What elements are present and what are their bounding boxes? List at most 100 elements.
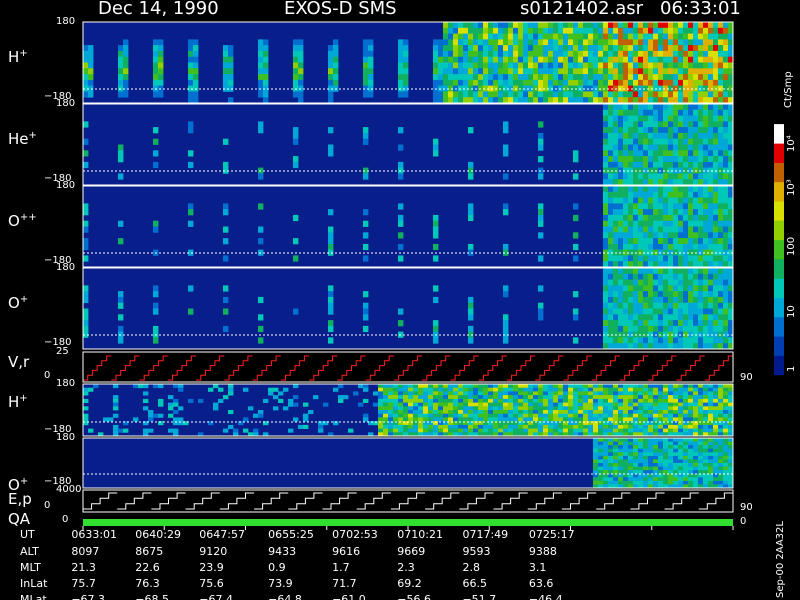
spectrogram-cell <box>648 291 654 298</box>
spectrogram-cell <box>683 27 689 34</box>
spectrogram-cell <box>678 325 684 333</box>
spectrogram-cell <box>478 39 484 46</box>
spectrogram-cell <box>388 398 394 403</box>
spectrogram-cell <box>623 445 629 450</box>
spectrogram-cell <box>648 150 654 157</box>
spectrogram-cell <box>638 285 644 292</box>
spectrogram-cell <box>638 97 644 104</box>
spectrogram-cell <box>368 45 374 52</box>
spectrogram-cell <box>703 144 709 151</box>
spectrogram-cell <box>718 104 724 111</box>
spectrogram-cell <box>563 417 569 422</box>
spectrogram-cell <box>648 296 654 304</box>
spectrogram-cell <box>718 74 724 81</box>
spectrogram-cell <box>193 79 199 87</box>
spectrogram-cell <box>668 127 674 134</box>
spectrogram-cell <box>643 203 649 210</box>
spectrogram-cell <box>153 50 159 58</box>
spectrogram-cell <box>633 480 639 485</box>
spectrogram-cell <box>713 104 719 111</box>
spectrogram-cell <box>708 150 714 157</box>
spectrogram-cell <box>708 209 714 216</box>
spectrogram-cell <box>463 387 469 392</box>
spectrogram-cell <box>608 74 614 81</box>
spectrogram-cell <box>678 186 684 193</box>
spectrogram-cell <box>463 402 469 407</box>
spectrogram-cell <box>718 308 724 315</box>
spectrogram-cell <box>438 56 444 63</box>
y-max-tick: 180 <box>56 432 76 443</box>
spectrogram-cell <box>718 243 724 251</box>
spectrogram-cell <box>538 27 544 34</box>
spectrogram-cell <box>408 395 414 400</box>
spectrogram-cell <box>533 39 539 46</box>
spectrogram-cell <box>668 308 674 315</box>
spectrogram-cell <box>708 161 714 169</box>
spectrogram-cell <box>688 402 694 407</box>
spectrogram-cell <box>503 27 509 34</box>
spectrogram-cell <box>558 406 564 411</box>
spectrogram-cell <box>228 97 234 104</box>
spectrogram-cell <box>663 441 669 446</box>
spectrogram-cell <box>473 22 479 29</box>
spectrogram-cell <box>638 466 644 471</box>
spectrogram-cell <box>638 191 644 198</box>
spectrogram-cell <box>683 232 689 239</box>
spectrogram-cell <box>553 22 559 29</box>
spectrogram-cell <box>613 243 619 251</box>
spectrogram-cell <box>543 45 549 52</box>
spectrogram-cell <box>403 91 409 98</box>
spectrogram-cell <box>683 33 689 40</box>
spectrogram-cell <box>403 50 409 58</box>
spectrogram-cell <box>483 97 489 104</box>
spectrogram-cell <box>513 398 519 403</box>
spectrogram-cell <box>608 391 614 396</box>
spectrogram-cell <box>648 56 654 63</box>
spectrogram-cell <box>643 314 649 321</box>
spectrogram-cell <box>623 156 629 163</box>
spectrogram-cell <box>433 417 439 422</box>
spectrogram-cell <box>328 320 334 327</box>
spectrogram-cell <box>658 445 664 450</box>
spectrogram-cell <box>718 261 724 268</box>
spectrogram-cell <box>683 337 689 344</box>
spectrogram-cell <box>663 395 669 400</box>
spectrogram-cell <box>478 398 484 403</box>
spectrogram-cell <box>723 197 729 204</box>
spectrogram-cell <box>648 214 654 222</box>
spectrogram-cell <box>378 384 384 389</box>
spectrogram-cell <box>658 285 664 292</box>
spectrogram-cell <box>428 428 434 433</box>
spectrogram-cell <box>618 302 624 309</box>
spectrogram-cell <box>708 45 714 52</box>
spectrogram-cell <box>513 402 519 407</box>
spectrogram-cell <box>508 50 514 58</box>
spectrogram-cell <box>598 452 604 457</box>
spectrogram-cell <box>683 203 689 210</box>
spectrogram-cell <box>568 384 574 389</box>
spectrogram-cell <box>653 56 659 63</box>
spectrogram-cell <box>668 296 674 304</box>
spectrogram-cell <box>503 320 509 327</box>
spectrogram-cell <box>638 438 644 442</box>
spectrogram-cell <box>703 62 709 69</box>
spectrogram-cell <box>688 261 694 268</box>
spectrogram-cell <box>423 398 429 403</box>
spectrogram-cell <box>578 424 584 429</box>
spectrogram-cell <box>493 22 499 29</box>
spectrogram-cell <box>573 156 579 163</box>
spectrogram-cell <box>683 268 689 275</box>
spectrogram-cell <box>698 97 704 104</box>
spectrogram-cell <box>628 302 634 309</box>
spectrogram-cell <box>658 325 664 333</box>
spectrogram-cell <box>713 74 719 81</box>
spectrogram-cell <box>538 410 544 415</box>
spectrogram-cell <box>443 68 449 75</box>
spectrogram-cell <box>498 45 504 52</box>
spectrogram-cell <box>508 45 514 52</box>
spectrogram-cell <box>528 417 534 422</box>
spectrogram-cell <box>503 402 509 407</box>
spectrogram-cell <box>588 395 594 400</box>
spectrogram-cell <box>508 62 514 69</box>
spectrogram-cell <box>498 406 504 411</box>
